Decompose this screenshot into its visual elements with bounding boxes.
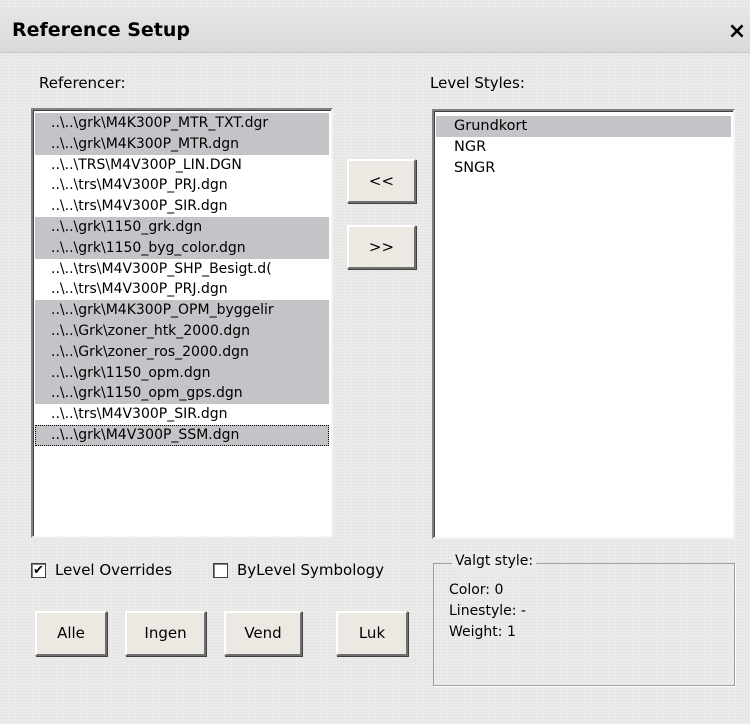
reference-list-item[interactable]: ..\..\Grk\zoner_htk_2000.dgn — [35, 320, 329, 342]
reference-list-item[interactable]: ..\..\grk\M4V300P_SSM.dgn — [35, 424, 329, 446]
title-bar[interactable]: Reference Setup × — [0, 8, 750, 53]
reference-setup-dialog: Reference Setup × Referencer: Level Styl… — [0, 0, 750, 724]
reference-list-item[interactable]: ..\..\grk\M4K300P_MTR_TXT.dgr — [35, 113, 329, 134]
reference-list-item[interactable]: ..\..\grk\1150_opm.dgn — [35, 362, 329, 384]
selected-style-color: Color: 0 — [449, 582, 504, 598]
reference-list-item[interactable]: ..\..\TRS\M4V300P_LIN.DGN — [35, 155, 329, 176]
reference-list-item[interactable]: ..\..\grk\M4K300P_MTR.dgn — [35, 133, 329, 155]
reference-list-item[interactable]: ..\..\grk\1150_opm_gps.dgn — [35, 383, 329, 405]
selected-style-linestyle: Linestyle: - — [449, 603, 526, 619]
references-listbox[interactable]: ..\..\grk\M4K300P_MTR_TXT.dgr ..\..\grk\M… — [31, 108, 333, 538]
selected-style-weight: Weight: 1 — [449, 624, 516, 640]
reference-list-item[interactable]: ..\..\grk\1150_byg_color.dgn — [35, 237, 329, 259]
reference-list-item[interactable]: ..\..\Grk\zoner_ros_2000.dgn — [35, 341, 329, 363]
level-style-list-item[interactable]: SNGR — [436, 158, 731, 179]
bylevel-symbology-label: ByLevel Symbology — [237, 561, 384, 579]
vend-button[interactable]: Vend — [224, 611, 302, 656]
reference-list-item[interactable]: ..\..\trs\M4V300P_PRJ.dgn — [35, 175, 329, 196]
reference-list-item[interactable]: ..\..\grk\1150_grk.dgn — [35, 216, 329, 238]
level-styles-listbox[interactable]: Grundkort NGR SNGR — [432, 109, 735, 539]
level-style-list-item[interactable]: Grundkort — [436, 116, 731, 137]
level-overrides-label: Level Overrides — [55, 561, 173, 579]
close-icon[interactable]: × — [724, 18, 750, 46]
alle-button[interactable]: Alle — [35, 611, 107, 656]
reference-list-item[interactable]: ..\..\trs\M4V300P_PRJ.dgn — [35, 279, 329, 300]
luk-button[interactable]: Luk — [336, 611, 408, 656]
move-right-button[interactable]: >> — [347, 225, 416, 269]
level-style-list-item[interactable]: NGR — [436, 137, 731, 158]
move-left-button[interactable]: << — [347, 159, 416, 203]
selected-style-legend: Valgt style: — [452, 553, 537, 569]
bylevel-symbology-checkbox[interactable] — [213, 563, 228, 578]
dialog-title: Reference Setup — [12, 19, 190, 41]
selected-style-group: Valgt style: Color: 0 Linestyle: - Weigh… — [433, 553, 735, 686]
reference-list-item[interactable]: ..\..\trs\M4V300P_SIR.dgn — [35, 196, 329, 217]
ingen-button[interactable]: Ingen — [125, 611, 206, 656]
reference-list-item[interactable]: ..\..\trs\M4V300P_SIR.dgn — [35, 404, 329, 425]
level-styles-label: Level Styles: — [430, 74, 525, 92]
references-label: Referencer: — [39, 74, 126, 92]
reference-list-item[interactable]: ..\..\grk\M4K300P_OPM_byggelir — [35, 300, 329, 321]
level-overrides-checkbox[interactable]: ✔ — [31, 563, 46, 578]
reference-list-item[interactable]: ..\..\trs\M4V300P_SHP_Besigt.d( — [35, 259, 329, 280]
